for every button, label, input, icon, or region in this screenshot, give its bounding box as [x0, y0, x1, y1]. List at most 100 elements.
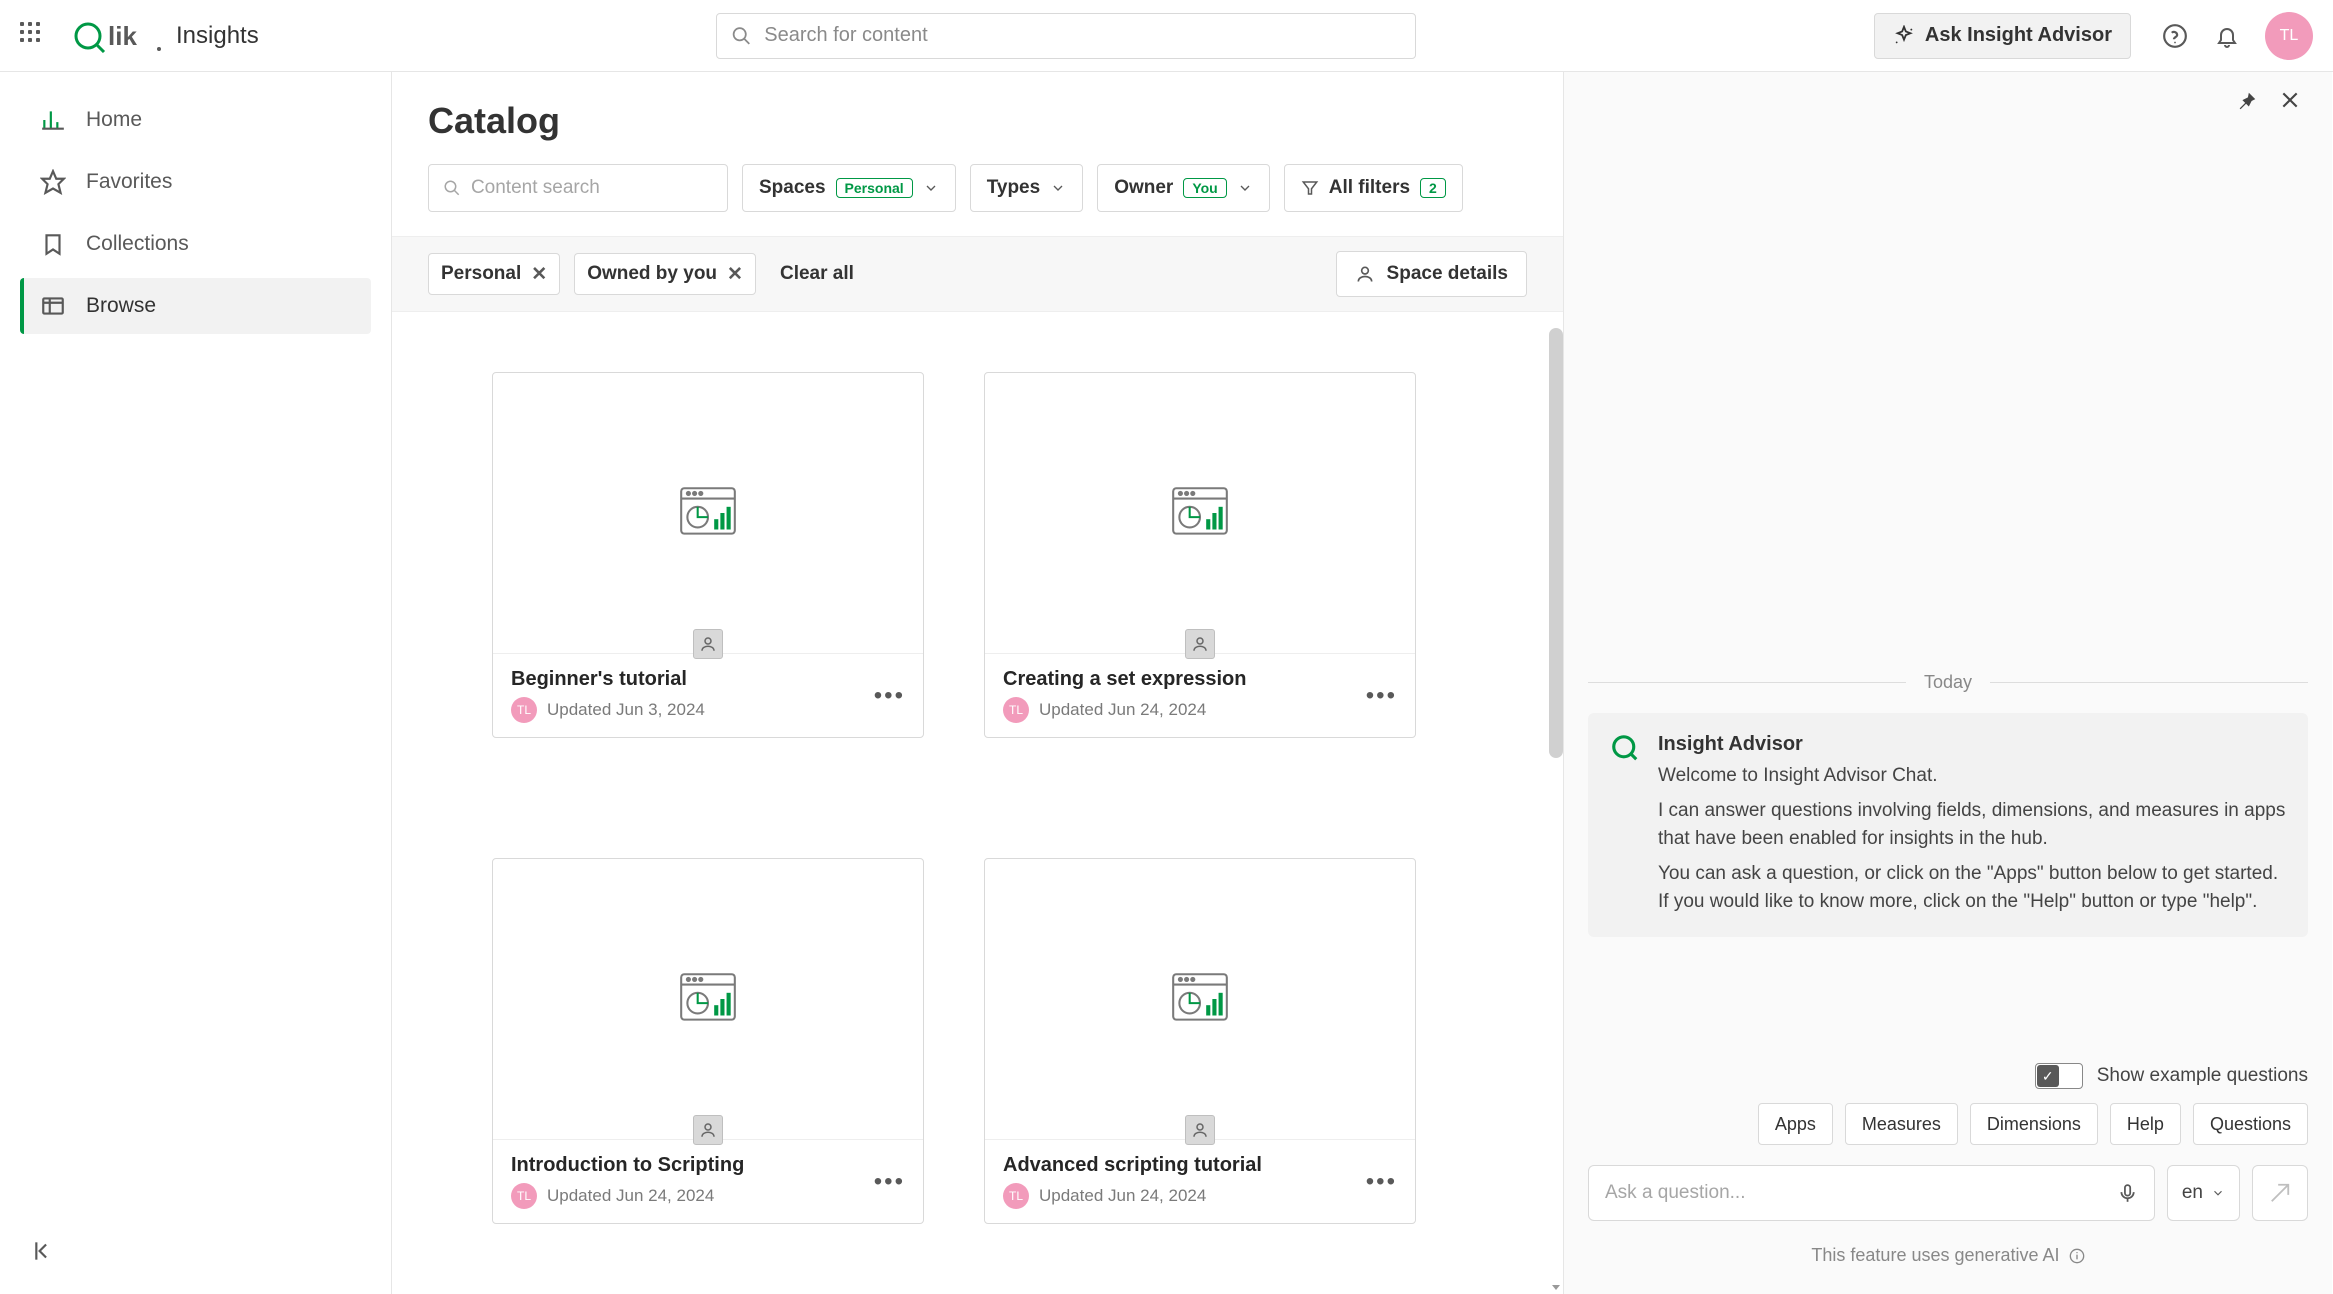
chevron-down-icon [2211, 1186, 2225, 1200]
person-icon [1355, 264, 1375, 284]
card-thumb [493, 373, 923, 653]
msg-sender: Insight Advisor [1658, 733, 2286, 756]
app-card[interactable]: Creating a set expression TL Updated Jun… [984, 372, 1416, 738]
card-meta: TL Updated Jun 24, 2024 [1003, 697, 1246, 723]
pill-questions[interactable]: Questions [2193, 1103, 2308, 1145]
collapse-sidebar-icon[interactable] [32, 1238, 58, 1264]
app-icon [1167, 966, 1233, 1032]
chat-input[interactable] [1588, 1165, 2155, 1221]
mini-avatar: TL [1003, 1183, 1029, 1209]
bell-icon[interactable] [2213, 22, 2241, 50]
content-search[interactable] [428, 164, 728, 212]
pill-measures[interactable]: Measures [1845, 1103, 1958, 1145]
app-icon [675, 480, 741, 546]
card-title: Beginner's tutorial [511, 668, 705, 691]
filter-all[interactable]: All filters 2 [1284, 164, 1463, 212]
global-search-input[interactable] [764, 24, 1401, 47]
app-card[interactable]: Introduction to Scripting TL Updated Jun… [492, 858, 924, 1224]
space-details-button[interactable]: Space details [1336, 251, 1527, 297]
mini-avatar: TL [1003, 697, 1029, 723]
sidebar-item-favorites[interactable]: Favorites [20, 154, 371, 210]
search-icon [731, 25, 752, 47]
app-card[interactable]: Beginner's tutorial TL Updated Jun 3, 20… [492, 372, 924, 738]
sidebar-item-home[interactable]: Home [20, 92, 371, 148]
sparkle-icon [1893, 25, 1915, 47]
card-more-icon[interactable]: ••• [1366, 1168, 1397, 1196]
mini-avatar: TL [511, 697, 537, 723]
filter-types[interactable]: Types [970, 164, 1084, 212]
svg-text:lik: lik [108, 21, 137, 51]
chip-personal: Personal ✕ [428, 253, 560, 295]
close-icon[interactable] [2280, 90, 2304, 114]
mini-avatar: TL [511, 1183, 537, 1209]
browse-icon [40, 293, 66, 319]
ai-disclaimer: This feature uses generative AI [1564, 1221, 2332, 1294]
card-meta: TL Updated Jun 24, 2024 [1003, 1183, 1262, 1209]
global-search[interactable] [716, 13, 1416, 59]
sidebar: Home Favorites Collections [0, 72, 392, 1294]
chart-icon [40, 107, 66, 133]
msg-text: I can answer questions involving fields,… [1658, 797, 2286, 854]
clear-all-link[interactable]: Clear all [780, 263, 854, 285]
content-search-input[interactable] [471, 177, 713, 199]
app-launcher-icon[interactable] [20, 22, 48, 50]
sidebar-item-label: Collections [86, 232, 189, 256]
card-thumb [985, 373, 1415, 653]
language-select[interactable]: en [2167, 1165, 2240, 1221]
msg-text: Welcome to Insight Advisor Chat. [1658, 762, 2286, 791]
msg-text: You can ask a question, or click on the … [1658, 860, 2286, 917]
top-icons: TL [2161, 12, 2313, 60]
chip-remove-icon[interactable]: ✕ [531, 263, 547, 286]
pill-dimensions[interactable]: Dimensions [1970, 1103, 2098, 1145]
filter-icon [1301, 179, 1319, 197]
app-icon [675, 966, 741, 1032]
send-button[interactable] [2252, 1165, 2308, 1221]
scrollbar-thumb[interactable] [1549, 328, 1563, 758]
bookmarks-icon [40, 231, 66, 257]
info-icon[interactable] [2069, 1248, 2085, 1264]
pill-help[interactable]: Help [2110, 1103, 2181, 1145]
filter-spaces[interactable]: Spaces Personal [742, 164, 956, 212]
sidebar-item-browse[interactable]: Browse [20, 278, 371, 334]
chevron-down-icon [1237, 180, 1253, 196]
topbar: lik Insights Ask Insight Advisor [0, 0, 2333, 72]
card-more-icon[interactable]: ••• [874, 1168, 905, 1196]
pill-apps[interactable]: Apps [1758, 1103, 1833, 1145]
card-grid: Beginner's tutorial TL Updated Jun 3, 20… [392, 312, 1563, 1294]
owner-badge-icon [693, 629, 723, 659]
example-questions-toggle-row: ✓ Show example questions [1564, 1037, 2332, 1103]
card-title: Introduction to Scripting [511, 1154, 744, 1177]
card-title: Advanced scripting tutorial [1003, 1154, 1262, 1177]
star-icon [40, 169, 66, 195]
chip-remove-icon[interactable]: ✕ [727, 263, 743, 286]
card-title: Creating a set expression [1003, 668, 1246, 691]
sidebar-item-label: Favorites [86, 170, 172, 194]
scroll-down-icon[interactable] [1549, 1280, 1563, 1294]
logo[interactable]: lik Insights [74, 19, 259, 53]
app-card[interactable]: Advanced scripting tutorial TL Updated J… [984, 858, 1416, 1224]
help-icon[interactable] [2161, 22, 2189, 50]
product-name: Insights [176, 22, 259, 50]
avatar[interactable]: TL [2265, 12, 2313, 60]
owner-badge-icon [693, 1115, 723, 1145]
chip-owned-by-you: Owned by you ✕ [574, 253, 756, 295]
chevron-down-icon [923, 180, 939, 196]
example-questions-toggle[interactable]: ✓ [2035, 1063, 2083, 1089]
sidebar-item-collections[interactable]: Collections [20, 216, 371, 272]
filter-owner[interactable]: Owner You [1097, 164, 1270, 212]
pin-icon[interactable] [2236, 90, 2260, 114]
chevron-down-icon [1050, 180, 1066, 196]
card-thumb [493, 859, 923, 1139]
toggle-label: Show example questions [2097, 1065, 2308, 1087]
catalog-panel: Catalog Spaces Personal Types [392, 72, 1564, 1294]
card-more-icon[interactable]: ••• [874, 682, 905, 710]
sidebar-item-label: Browse [86, 294, 156, 318]
mic-icon[interactable] [2117, 1182, 2138, 1204]
owner-badge-icon [1185, 1115, 1215, 1145]
qlik-logo-icon: lik [74, 19, 162, 53]
app-icon [1167, 480, 1233, 546]
ask-insight-button[interactable]: Ask Insight Advisor [1874, 13, 2131, 59]
card-thumb [985, 859, 1415, 1139]
card-more-icon[interactable]: ••• [1366, 682, 1397, 710]
chat-input-field[interactable] [1605, 1182, 2117, 1204]
